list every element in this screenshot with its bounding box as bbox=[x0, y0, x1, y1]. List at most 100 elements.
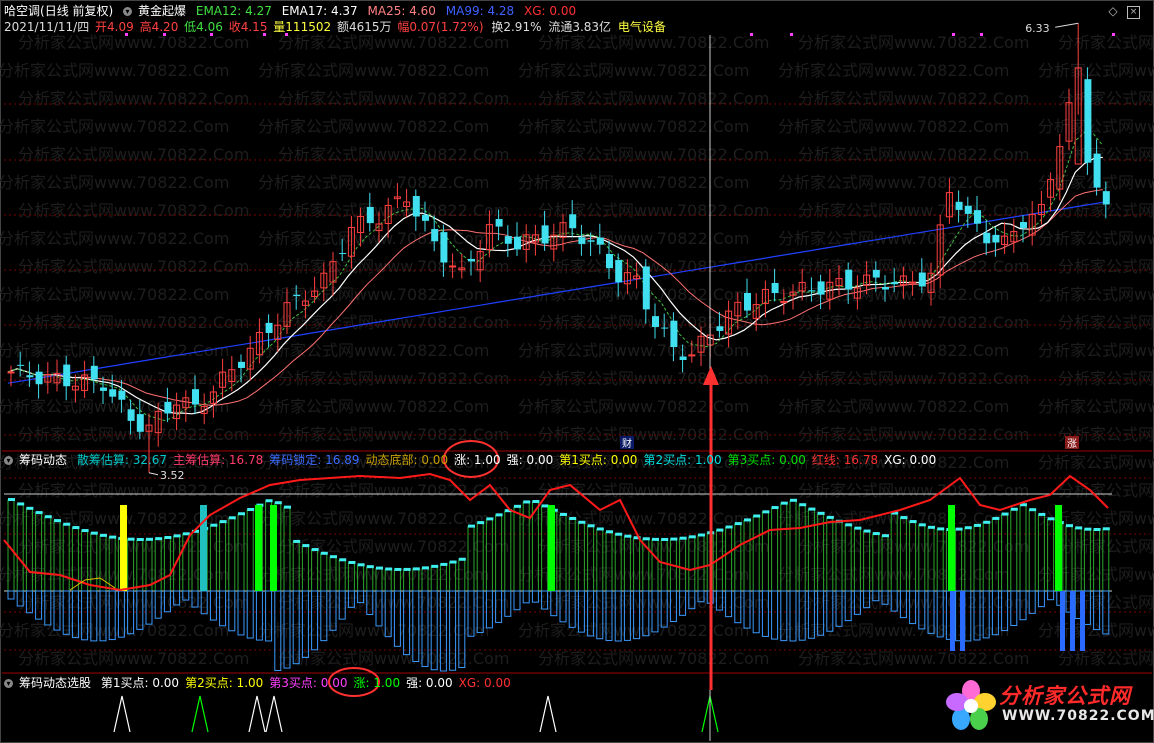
quote-sector[interactable]: 电气设备 bbox=[618, 20, 666, 34]
watermark-text: 分析家公式网www.70822.Com bbox=[1038, 397, 1154, 416]
chip-bar-cap bbox=[330, 555, 337, 559]
period-mode[interactable]: (日线 前复权) bbox=[40, 4, 113, 18]
chip-bar-cap bbox=[495, 513, 503, 517]
watermark-text: 分析家公式网www.70822.Com bbox=[258, 229, 489, 248]
chip-bar-cap bbox=[845, 523, 853, 527]
chip-bar-up bbox=[771, 507, 779, 592]
panel2-item-9: 红线: 16.78 bbox=[811, 453, 879, 467]
diamond-icon[interactable]: ◇ bbox=[1106, 4, 1120, 18]
watermark-text: 分析家公式网www.70822.Com bbox=[278, 649, 509, 668]
chip-bar-cap bbox=[247, 508, 255, 512]
watermark-text: 分析家公式网www.70822.Com bbox=[1038, 61, 1154, 80]
candle bbox=[606, 253, 613, 269]
signal-dot bbox=[750, 33, 753, 36]
chip-bar-cap bbox=[642, 537, 650, 541]
close-icon[interactable]: × bbox=[1127, 6, 1140, 19]
stock-chart-canvas[interactable]: 分析家公式网www.70822.Com 分析家公式网www.70822.Com 分析… bbox=[0, 0, 1154, 743]
indicator-name[interactable]: 黄金起爆 bbox=[138, 4, 186, 18]
watermark-text: 分析家公式网www.70822.Com bbox=[778, 173, 1009, 192]
candle bbox=[7, 371, 15, 374]
chip-bar-down bbox=[771, 590, 779, 640]
watermark-text: 分析家公式网www.70822.Com bbox=[538, 89, 769, 108]
watermark-text: 分析家公式网www.70822.Com bbox=[278, 89, 509, 108]
watermark-text: 分析家公式网www.70822.Com bbox=[18, 649, 249, 668]
chip-bar-cap bbox=[716, 528, 724, 532]
cai-marker: 财 bbox=[622, 437, 632, 450]
watermark-text: 分析家公式网www.70822.Com bbox=[18, 257, 249, 276]
watermark-text: 分析家公式网www.70822.Com bbox=[0, 229, 229, 248]
watermark-text: 分析家公式网www.70822.Com bbox=[518, 173, 749, 192]
signal-dot bbox=[1112, 33, 1115, 36]
signal-dot bbox=[790, 33, 793, 36]
panel2-item-8: 第3买点: 0.00 bbox=[727, 453, 806, 467]
buy-signal-triangle bbox=[248, 695, 266, 733]
logo-title: 分析家公式网 bbox=[999, 684, 1131, 708]
chip-bar-down bbox=[513, 590, 521, 611]
watermark-text: 分析家公式网www.70822.Com bbox=[1038, 117, 1154, 136]
panel3-item-0: 第1买点: 0.00 bbox=[100, 676, 180, 690]
chip-bar-down bbox=[7, 590, 15, 600]
panel2-toggle-icon[interactable]: ▾ bbox=[4, 456, 13, 465]
chip-bar-cap bbox=[238, 512, 245, 516]
watermark-text: 分析家公式网www.70822.Com bbox=[798, 145, 1029, 164]
panel2-item-0: 散筹估算: 32.67 bbox=[76, 453, 168, 467]
chip-bar-cap bbox=[210, 523, 218, 527]
signal-bar bbox=[1055, 505, 1062, 591]
watermark-text: 分析家公式网www.70822.Com bbox=[18, 145, 249, 164]
chip-bar-cap bbox=[284, 505, 291, 509]
chip-bar-cap bbox=[63, 522, 71, 526]
candle bbox=[955, 201, 963, 210]
quote-open: 开4.09 bbox=[95, 20, 134, 34]
candle bbox=[909, 281, 917, 284]
watermark-text: 分析家公式网www.70822.Com bbox=[258, 61, 489, 80]
chip-bar-cap bbox=[606, 530, 613, 534]
chip-bar-cap bbox=[376, 566, 383, 570]
watermark-text: 分析家公式网www.70822.Com bbox=[798, 481, 1029, 500]
candle bbox=[596, 237, 604, 245]
chip-bar-cap bbox=[26, 506, 34, 510]
high-price-label: 6.33 bbox=[1025, 22, 1050, 35]
signal-bar bbox=[270, 505, 277, 591]
chip-bar-cap bbox=[477, 521, 485, 525]
chip-bar-cap bbox=[109, 535, 117, 539]
candle bbox=[293, 294, 301, 297]
quote-close: 收4.15 bbox=[228, 20, 268, 34]
panel3-item-2: 第3买点: 0.00 bbox=[269, 676, 348, 690]
chip-bar-cap bbox=[569, 516, 577, 520]
chip-bar-cap bbox=[578, 520, 586, 524]
quote-turnover: 换2.91% bbox=[491, 20, 542, 34]
watermark-text: 分析家公式网www.70822.Com bbox=[0, 61, 229, 80]
chip-bar-down-solid bbox=[1080, 591, 1085, 651]
candle bbox=[569, 214, 577, 229]
watermark-text: 分析家公式网www.70822.Com bbox=[1058, 257, 1154, 276]
signal-bar bbox=[948, 505, 955, 591]
candle bbox=[514, 236, 521, 250]
watermark-text: 分析家公式网www.70822.Com bbox=[798, 649, 1029, 668]
chip-bar-cap bbox=[753, 514, 761, 518]
chip-bar-cap bbox=[771, 506, 779, 510]
chip-bar-cap bbox=[983, 520, 991, 524]
chip-bar-cap bbox=[173, 534, 181, 538]
chip-bar-cap bbox=[8, 498, 15, 501]
panel3-toggle-icon[interactable]: ▾ bbox=[4, 679, 13, 688]
panel2-title[interactable]: 筹码动态 bbox=[19, 453, 67, 467]
chip-bar-cap bbox=[228, 516, 236, 520]
watermark-text: 分析家公式网www.70822.Com bbox=[1038, 229, 1154, 248]
chip-bar-cap bbox=[486, 517, 494, 521]
candle bbox=[440, 232, 448, 263]
watermark-text: 分析家公式网www.70822.Com bbox=[538, 33, 769, 52]
watermark-text: 分析家公式网www.70822.Com bbox=[798, 33, 1029, 52]
watermark-text: 分析家公式网www.70822.Com bbox=[18, 201, 249, 220]
chip-bar-cap bbox=[780, 501, 788, 505]
candle bbox=[366, 206, 374, 224]
panel3-item-5: XG: 0.00 bbox=[458, 676, 511, 690]
watermark-text: 分析家公式网www.70822.Com bbox=[18, 369, 249, 388]
indicator-toggle-icon[interactable]: ▾ bbox=[123, 7, 133, 16]
chip-bar-cap bbox=[127, 537, 135, 541]
panel2-item-4: 涨: 1.00 bbox=[454, 453, 501, 467]
watermark-text: 分析家公式网www.70822.Com bbox=[798, 89, 1029, 108]
chip-bar-cap bbox=[366, 565, 374, 569]
panel2-item-2: 筹码锁定: 16.89 bbox=[269, 453, 360, 467]
panel3-title[interactable]: 筹码动态选股 bbox=[19, 676, 91, 690]
chip-bar-cap bbox=[523, 500, 531, 504]
